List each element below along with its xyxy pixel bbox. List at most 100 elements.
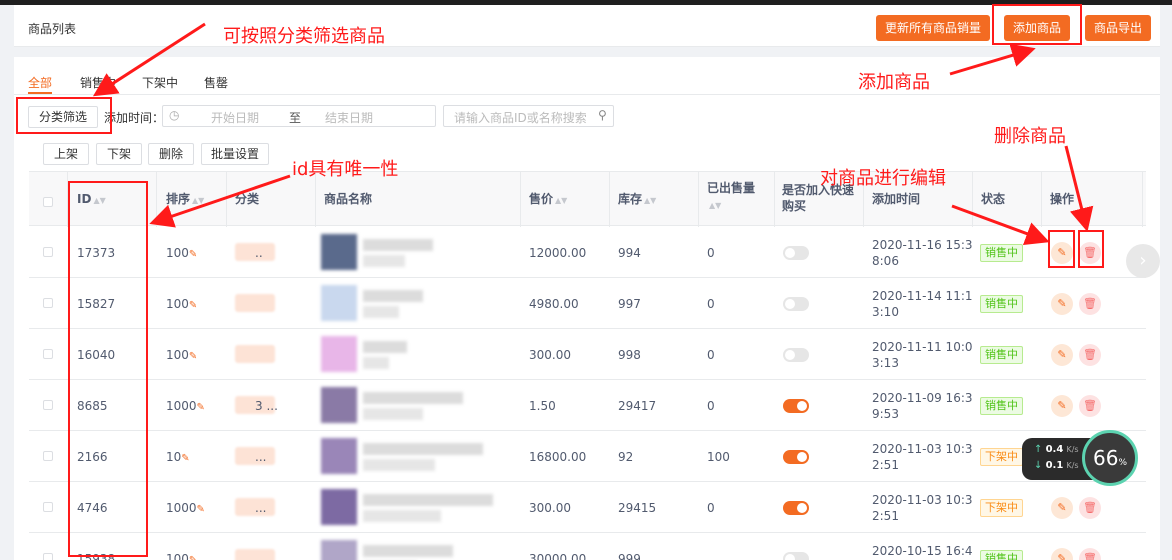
edit-button[interactable]: ✎ <box>1051 497 1073 519</box>
column-price[interactable]: 售价 ▲▼ <box>529 191 567 209</box>
pencil-icon: ✎ <box>1057 399 1067 412</box>
scroll-right-button[interactable]: › <box>1126 244 1160 278</box>
row-checkbox[interactable] <box>43 553 53 560</box>
table-row[interactable]: 2166 10✎... 16800.00 92 100 2020-11-03 10:3 2:… <box>29 431 1146 482</box>
pencil-icon[interactable]: ✎ <box>197 504 205 515</box>
end-date-input[interactable]: 结束日期 <box>325 109 373 126</box>
usage-gauge: 66% <box>1082 430 1138 486</box>
pencil-icon[interactable]: ✎ <box>197 402 205 413</box>
row-checkbox[interactable] <box>43 502 53 512</box>
annotation-id: id具有唯一性 <box>292 159 399 180</box>
cell-sort[interactable]: 100✎ <box>166 551 197 560</box>
edit-button[interactable]: ✎ <box>1051 293 1073 315</box>
annotation-add: 添加商品 <box>858 72 930 93</box>
cell-sort[interactable]: 100✎ <box>166 296 197 314</box>
quick-buy-toggle[interactable] <box>783 450 809 464</box>
row-checkbox[interactable] <box>43 349 53 359</box>
tab-off-shelf[interactable]: 下架中 <box>142 74 178 91</box>
table-row[interactable]: 15938100✎...30000.009992020-10-15 16:4销售… <box>29 533 1146 560</box>
pencil-icon[interactable]: ✎ <box>189 351 197 362</box>
batch-settings-button[interactable]: 批量设置 <box>201 143 269 165</box>
table-header: ID ▲▼ 排序 ▲▼ 分类 商品名称 售价 ▲▼ 库存 ▲▼ 已出售量 ▲▼ 是否加入快… <box>29 172 1146 226</box>
column-name: 商品名称 <box>324 192 373 206</box>
search-input[interactable]: 请输入商品ID或名称搜索 ⚲ <box>443 105 614 127</box>
pencil-icon[interactable]: ✎ <box>181 453 189 464</box>
delete-button[interactable]: 🗑 <box>1079 293 1101 315</box>
table-row[interactable]: 17373 100✎.. 12000.00 994 0 2020-11-16 15:3 8:… <box>29 227 1146 278</box>
cell-sort[interactable]: 10✎ <box>166 449 190 467</box>
delete-button[interactable]: 🗑 <box>1079 548 1101 560</box>
take-off-shelf-button[interactable]: 下架 <box>96 143 142 165</box>
export-products-button[interactable]: 商品导出 <box>1085 15 1151 41</box>
quick-buy-toggle[interactable] <box>783 246 809 260</box>
trash-icon: 🗑 <box>1083 399 1097 412</box>
product-name <box>363 239 433 251</box>
cell-sort[interactable]: 1000✎ <box>166 500 205 518</box>
product-name <box>363 392 463 404</box>
column-sold[interactable]: 已出售量 ▲▼ <box>707 180 755 214</box>
edit-button[interactable]: ✎ <box>1051 548 1073 560</box>
cell-added-time: 2020-11-03 10:3 2:51 <box>872 442 973 472</box>
delete-selected-button[interactable]: 删除 <box>148 143 194 165</box>
tab-all[interactable]: 全部 <box>28 74 52 91</box>
pencil-icon[interactable]: ✎ <box>189 300 197 311</box>
column-sort[interactable]: 排序 ▲▼ <box>166 191 204 209</box>
row-checkbox[interactable] <box>43 451 53 461</box>
search-icon[interactable]: ⚲ <box>598 108 607 122</box>
quick-buy-toggle[interactable] <box>783 297 809 311</box>
edit-button[interactable]: ✎ <box>1051 395 1073 417</box>
column-stock[interactable]: 库存 ▲▼ <box>618 191 656 209</box>
cell-sold: 0 <box>707 246 715 260</box>
select-all-checkbox[interactable] <box>43 197 53 207</box>
product-name-line2 <box>363 306 399 318</box>
product-name-line2 <box>363 408 423 420</box>
delete-button[interactable]: 🗑 <box>1079 344 1101 366</box>
cell-added-time: 2020-10-15 16:4 <box>872 544 973 558</box>
product-name-line2 <box>363 255 405 267</box>
row-checkbox[interactable] <box>43 400 53 410</box>
cell-stock: 29415 <box>618 501 657 515</box>
cell-sold: 0 <box>707 348 715 362</box>
update-sales-button[interactable]: 更新所有商品销量 <box>876 15 990 41</box>
annotation-delete: 删除商品 <box>994 126 1066 147</box>
delete-button[interactable]: 🗑 <box>1079 395 1101 417</box>
pencil-icon: ✎ <box>1057 552 1067 560</box>
delete-button[interactable]: 🗑 <box>1079 497 1101 519</box>
table-row[interactable]: 4746 1000✎... 300.00 29415 0 2020-11-03 10:3 2… <box>29 482 1146 533</box>
quick-buy-toggle[interactable] <box>783 501 809 515</box>
row-checkbox[interactable] <box>43 247 53 257</box>
quick-buy-toggle[interactable] <box>783 348 809 362</box>
cell-sort[interactable]: 100✎ <box>166 245 197 263</box>
cell-sort[interactable]: 1000✎ <box>166 398 205 416</box>
cell-sold: 0 <box>707 297 715 311</box>
product-name <box>363 290 423 302</box>
pencil-icon[interactable]: ✎ <box>189 555 197 560</box>
table-row[interactable]: 16040 100✎ 300.00 998 0 2020-11-11 10:0 3:13 销售… <box>29 329 1146 380</box>
product-table: ID ▲▼ 排序 ▲▼ 分类 商品名称 售价 ▲▼ 库存 ▲▼ 已出售量 ▲▼ 是否加入快… <box>29 171 1146 560</box>
cell-sort[interactable]: 100✎ <box>166 347 197 365</box>
table-row[interactable]: 15827 100✎ 4980.00 997 0 2020-11-14 11:1 3:10 销… <box>29 278 1146 329</box>
cell-category-suffix: ... <box>255 552 267 560</box>
annotation-filter: 可按照分类筛选商品 <box>223 26 385 47</box>
start-date-input[interactable]: 开始日期 <box>211 109 259 126</box>
table-row[interactable]: 8685 1000✎ 3 ... 1.50 29417 0 2020-11-09 16:3 9… <box>29 380 1146 431</box>
tab-on-sale[interactable]: 销售中 <box>80 74 116 91</box>
date-range-picker[interactable]: ◷ 开始日期 至 结束日期 <box>162 105 436 127</box>
quick-buy-toggle[interactable] <box>783 552 809 560</box>
cell-stock: 29417 <box>618 399 657 413</box>
list-on-shelf-button[interactable]: 上架 <box>43 143 89 165</box>
row-checkbox[interactable] <box>43 298 53 308</box>
pencil-icon[interactable]: ✎ <box>189 249 197 260</box>
product-thumbnail <box>321 540 357 560</box>
status-badge: 销售中 <box>980 550 1023 560</box>
tab-sold-out[interactable]: 售罄 <box>204 74 228 91</box>
tabs-divider <box>14 94 1160 95</box>
status-badge: 销售中 <box>980 346 1023 364</box>
cell-stock: 994 <box>618 246 641 260</box>
cell-sold: 0 <box>707 399 715 413</box>
edit-button[interactable]: ✎ <box>1051 344 1073 366</box>
product-name <box>363 545 453 557</box>
quick-buy-toggle[interactable] <box>783 399 809 413</box>
cell-price: 300.00 <box>529 501 571 515</box>
highlight-delete-button <box>1078 230 1104 268</box>
